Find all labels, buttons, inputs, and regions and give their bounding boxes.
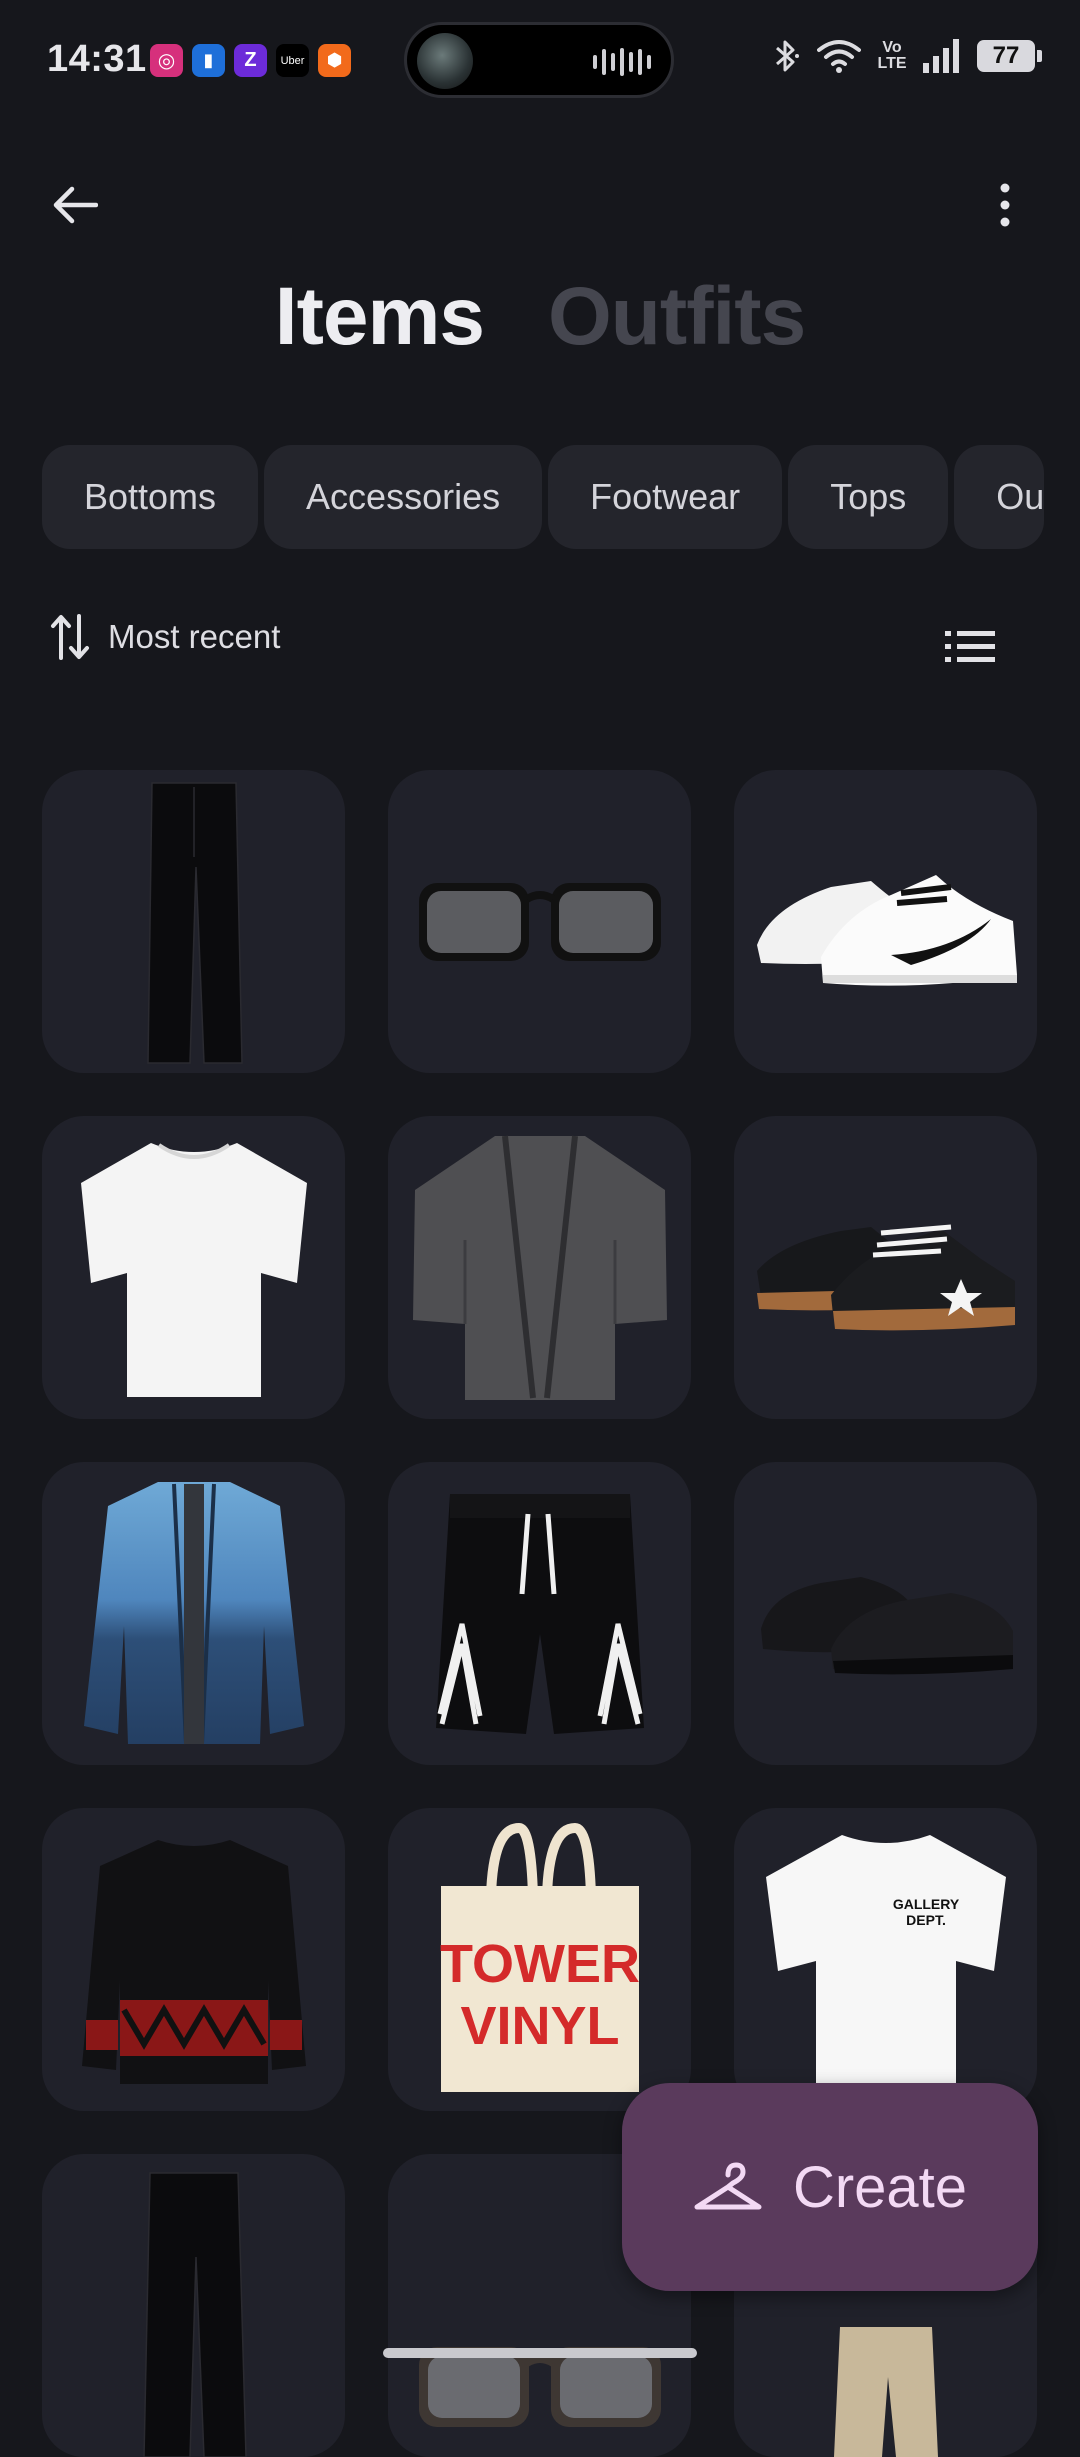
wood-sunglasses-image: [418, 2347, 661, 2427]
instagram-icon: ◎: [150, 44, 183, 77]
sort-label: Most recent: [108, 618, 281, 655]
black-converse-sneakers-image: [756, 1224, 1015, 1330]
list-view-icon: [945, 631, 995, 662]
sort-button[interactable]: Most recent: [50, 612, 280, 662]
zepto-icon: Z: [234, 44, 267, 77]
tee-text-line1: GALLERY: [892, 1896, 959, 1912]
item-card-black-sunglasses[interactable]: [388, 770, 691, 1073]
item-card-white-tshirt[interactable]: [42, 1116, 345, 1419]
create-button[interactable]: Create: [622, 2083, 1038, 2291]
home-indicator[interactable]: [383, 2348, 697, 2358]
list-view-toggle[interactable]: [940, 622, 1000, 672]
item-card-black-converse-sneakers[interactable]: [734, 1116, 1037, 1419]
status-time: 14:31: [47, 38, 147, 80]
uber-icon: Uber: [276, 44, 309, 77]
status-bar: 14:31 ◎ ▮ Z Uber ⬢ Vo LTE 77: [0, 0, 1080, 120]
gallery-dept-tshirt-image: GALLERYDEPT.: [765, 1834, 1006, 2095]
blue-dip-dye-denim-jacket-image: [83, 1482, 304, 1745]
chip-footwear[interactable]: Footwear: [548, 445, 783, 549]
volte-label: Vo LTE: [877, 39, 907, 72]
signal-icon: [923, 39, 959, 73]
wifi-icon: [817, 40, 861, 73]
more-options-button[interactable]: [970, 170, 1040, 240]
chip-outerwear[interactable]: Ou: [954, 445, 1045, 549]
chip-bottoms[interactable]: Bottoms: [42, 445, 259, 549]
black-basketball-shorts-image: [435, 1493, 644, 1734]
item-card-black-basketball-shorts[interactable]: [388, 1462, 691, 1765]
category-filter-chips: Bottoms Accessories Footwear Tops Ou: [42, 445, 1057, 549]
item-card-black-patterned-sweater[interactable]: [42, 1808, 345, 2111]
more-vert-icon: [1000, 183, 1010, 227]
black-trousers-image: [146, 781, 243, 1064]
tote-text-line2: VINYL: [460, 1996, 619, 2056]
grey-kimono-cardigan-image: [412, 1135, 667, 1400]
back-button[interactable]: [40, 170, 110, 240]
item-card-gallery-dept-tshirt[interactable]: GALLERY DEPT.: [734, 1808, 1037, 2111]
sort-arrows-icon: [51, 614, 89, 660]
view-tabs: Items Outfits: [0, 270, 1080, 364]
item-card-blue-dip-dye-denim-jacket[interactable]: [42, 1462, 345, 1765]
notification-icons: ◎ ▮ Z Uber ⬢: [150, 44, 351, 77]
item-card-grey-kimono-cardigan[interactable]: [388, 1116, 691, 1419]
arrow-left-icon: [53, 186, 98, 224]
tee-text-line2: DEPT.: [906, 1912, 946, 1928]
tab-outfits[interactable]: Outfits: [548, 270, 806, 364]
create-label: Create: [792, 2154, 968, 2220]
chip-tops[interactable]: Tops: [788, 445, 949, 549]
tab-items[interactable]: Items: [275, 270, 485, 364]
black-sunglasses-image: [418, 882, 661, 961]
system-status: Vo LTE 77: [771, 38, 1042, 74]
item-card-white-nike-sneakers[interactable]: [734, 770, 1037, 1073]
white-tshirt-image: [80, 1142, 307, 1397]
phone-link-icon: ▮: [192, 44, 225, 77]
tote-text-line1: TOWER: [440, 1934, 640, 1994]
audio-wave-icon: [593, 47, 651, 77]
chip-accessories[interactable]: Accessories: [264, 445, 543, 549]
item-card-tower-vinyl-tote-bag[interactable]: TOWER VINYL: [388, 1808, 691, 2111]
black-slip-on-shoes-image: [760, 1576, 1013, 1674]
dynamic-island[interactable]: [404, 22, 674, 98]
item-card-black-trousers-2[interactable]: [42, 2154, 345, 2457]
tower-vinyl-tote-bag-image: TOWERVINYL: [440, 1822, 640, 2092]
item-card-black-trousers[interactable]: [42, 770, 345, 1073]
battery-indicator: 77: [977, 40, 1042, 72]
item-card-black-slip-on-shoes[interactable]: [734, 1462, 1037, 1765]
media-artwork: [417, 33, 473, 89]
white-nike-sneakers-image: [756, 874, 1017, 986]
black-patterned-sweater-image: [81, 1839, 306, 2084]
bluetooth-icon: [776, 40, 799, 72]
hanger-icon: [694, 2162, 762, 2210]
swiggy-icon: ⬢: [318, 44, 351, 77]
black-trousers-2-image: [142, 2172, 247, 2457]
